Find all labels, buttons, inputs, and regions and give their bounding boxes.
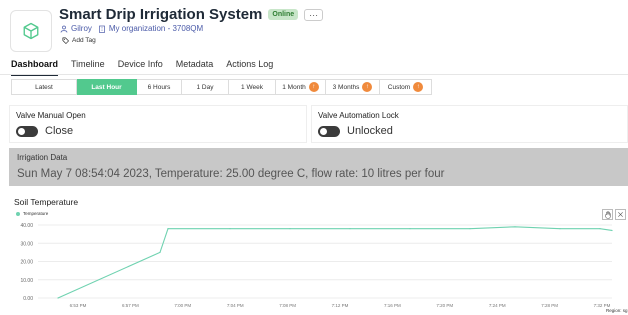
y-tick-label: 10.00 — [20, 278, 33, 284]
switch-state: Unlocked — [347, 125, 393, 137]
x-tick-label: 7:00 PM — [174, 303, 191, 308]
device-title-row: Smart Drip Irrigation System Online ··· — [59, 6, 324, 23]
y-tick-label: 20.00 — [20, 260, 33, 266]
irrigation-value: Sun May 7 08:54:04 2023, Temperature: 25… — [17, 168, 445, 180]
data-point — [469, 228, 471, 230]
x-tick-label: 7:08 PM — [279, 303, 296, 308]
range-custom-label: Custom — [387, 83, 411, 91]
lock-icon: ↑ — [413, 82, 424, 92]
lock-icon: ↑ — [308, 82, 319, 92]
range-1-week-label: 1 Week — [241, 83, 263, 91]
x-tick-label: 7:16 PM — [384, 303, 401, 308]
device-title: Smart Drip Irrigation System — [59, 6, 263, 23]
x-tick-label: 7:04 PM — [227, 303, 244, 308]
range-latest[interactable]: Latest — [11, 79, 77, 95]
range-1-day[interactable]: 1 Day — [182, 79, 229, 95]
x-tick-label: 7:24 PM — [489, 303, 506, 308]
temperature-chart[interactable]: 0.00 10.00 20.00 30.00 40.00 6:53 PM 6:57 PM 7:… — [0, 205, 628, 315]
range-6-hours-label: 6 Hours — [147, 83, 171, 91]
data-point — [167, 228, 169, 230]
widget-title: Irrigation Data — [17, 153, 68, 162]
data-point — [409, 228, 411, 230]
device-meta: Gilroy My organization - 3708QM — [60, 24, 203, 33]
building-icon — [99, 25, 105, 33]
data-point — [57, 297, 59, 299]
range-6-hours[interactable]: 6 Hours — [137, 79, 182, 95]
x-tick-label: 7:28 PM — [541, 303, 558, 308]
valve-lock-switch[interactable]: Unlocked — [318, 125, 393, 137]
device-icon — [10, 10, 52, 52]
y-tick-label: 0.00 — [23, 296, 33, 302]
x-tick-label: 6:53 PM — [70, 303, 87, 308]
add-tag-label: Add Tag — [72, 37, 96, 44]
range-3-months[interactable]: 3 Months ↑ — [326, 79, 380, 95]
series-line — [57, 226, 613, 299]
lock-icon: ↑ — [362, 82, 373, 92]
x-tick-label: 7:20 PM — [436, 303, 453, 308]
cube-icon — [23, 22, 39, 40]
y-tick-label: 40.00 — [20, 223, 33, 229]
range-1-month-label: 1 Month — [282, 83, 306, 91]
data-point — [229, 228, 231, 230]
range-3-months-label: 3 Months — [332, 83, 360, 91]
range-1-month[interactable]: 1 Month ↑ — [276, 79, 326, 95]
time-range-selector: Latest Last Hour 6 Hours 1 Day 1 Week 1 … — [11, 79, 432, 95]
tab-divider — [0, 74, 628, 75]
valve-manual-widget: Valve Manual Open Close — [9, 105, 307, 143]
widget-title: Valve Manual Open — [16, 111, 86, 120]
x-tick-label: 6:57 PM — [122, 303, 139, 308]
range-1-day-label: 1 Day — [196, 83, 214, 91]
range-1-week[interactable]: 1 Week — [229, 79, 276, 95]
user-icon — [60, 25, 68, 33]
data-point — [559, 228, 561, 230]
organization-name: My organization - 3708QM — [108, 24, 204, 33]
switch-state: Close — [45, 125, 74, 137]
tag-icon — [62, 37, 69, 44]
data-point — [611, 229, 613, 232]
data-point — [514, 226, 516, 228]
range-last-hour[interactable]: Last Hour — [77, 79, 137, 95]
toggle-switch[interactable] — [16, 125, 38, 137]
valve-lock-widget: Valve Automation Lock Unlocked — [311, 105, 628, 143]
range-custom[interactable]: Custom ↑ — [380, 79, 432, 95]
owner-name: Gilroy — [71, 24, 92, 33]
add-tag-button[interactable]: Add Tag — [62, 37, 96, 44]
data-point — [349, 228, 351, 230]
range-last-hour-label: Last Hour — [91, 83, 122, 91]
status-badge: Online — [268, 9, 299, 20]
data-point — [159, 251, 161, 253]
toggle-switch[interactable] — [318, 125, 340, 137]
y-tick-label: 30.00 — [20, 241, 33, 247]
region-label: Region: sg — [606, 308, 628, 313]
more-options-button[interactable]: ··· — [304, 8, 324, 21]
owner-link[interactable]: Gilroy — [60, 24, 92, 33]
data-point — [599, 228, 601, 230]
organization-link[interactable]: My organization - 3708QM — [98, 24, 203, 33]
valve-manual-switch[interactable]: Close — [16, 125, 73, 137]
irrigation-data-widget: Irrigation Data Sun May 7 08:54:04 2023,… — [9, 148, 628, 186]
range-latest-label: Latest — [35, 83, 53, 91]
widget-title: Valve Automation Lock — [318, 111, 399, 120]
data-point — [289, 228, 291, 230]
x-tick-label: 7:12 PM — [332, 303, 349, 308]
